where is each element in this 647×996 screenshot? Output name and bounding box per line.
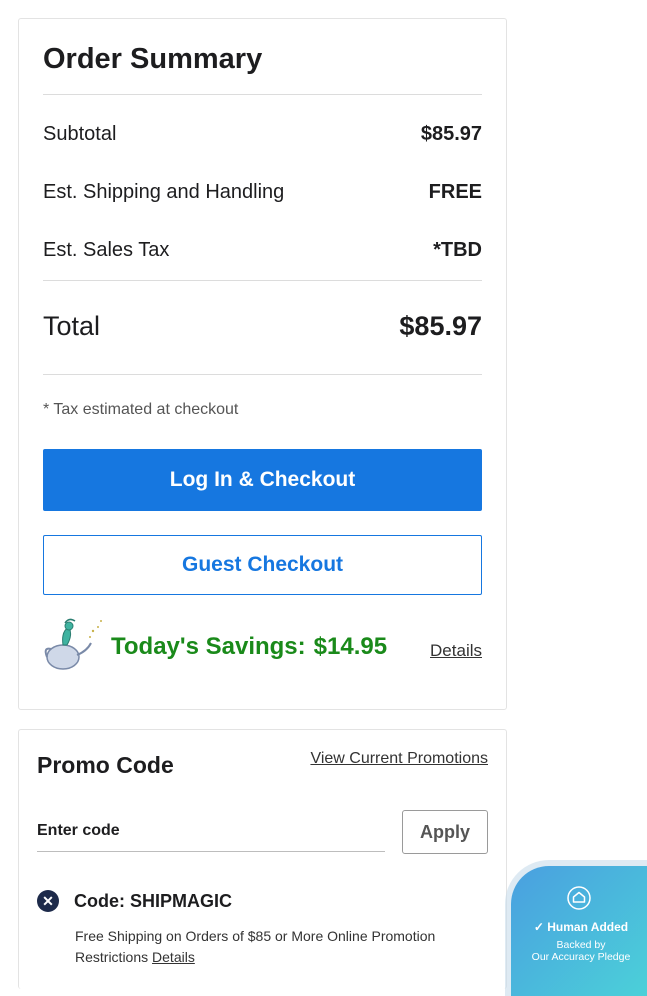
accuracy-pledge-badge[interactable]: ✓ Human Added Backed by Our Accuracy Ple… — [511, 866, 647, 996]
applied-code-desc-text: Free Shipping on Orders of $85 or More O… — [75, 928, 436, 965]
order-summary-title: Order Summary — [43, 43, 263, 75]
total-label: Total — [43, 310, 101, 341]
savings-details-link[interactable]: Details — [430, 641, 482, 661]
divider — [43, 374, 482, 375]
view-current-promotions-link[interactable]: View Current Promotions — [310, 750, 488, 768]
apply-button[interactable]: Apply — [402, 810, 488, 854]
pledge-sub-line2: Our Accuracy Pledge — [531, 951, 631, 963]
pledge-main-label: Human Added — [547, 920, 629, 934]
check-circle-icon: ✓ — [533, 920, 544, 934]
divider — [43, 280, 482, 281]
total-row: Total $85.97 — [43, 307, 482, 345]
applied-code-row: ✕ Code: SHIPMAGIC — [37, 890, 232, 912]
pledge-sub-line1: Backed by — [556, 939, 606, 951]
savings-row: Today's Savings: $14.95 Details — [43, 617, 482, 677]
remove-x-icon[interactable]: ✕ — [37, 890, 59, 912]
divider — [43, 94, 482, 95]
shipping-value: FREE — [428, 180, 482, 203]
house-icon — [567, 886, 591, 910]
tax-value: *TBD — [433, 238, 482, 261]
tax-note: * Tax estimated at checkout — [43, 401, 239, 418]
pledge-main-text: ✓ Human Added — [511, 920, 647, 934]
applied-code-description: Free Shipping on Orders of $85 or More O… — [75, 926, 475, 968]
applied-code-label: Code: SHIPMAGIC — [74, 890, 233, 911]
guest-checkout-button[interactable]: Guest Checkout — [43, 535, 482, 595]
subtotal-value: $85.97 — [420, 122, 482, 145]
subtotal-row: Subtotal $85.97 — [43, 119, 482, 149]
shipping-label: Est. Shipping and Handling — [43, 180, 285, 203]
total-value: $85.97 — [399, 310, 482, 341]
savings-value: $14.95 — [313, 633, 388, 660]
tax-row: Est. Sales Tax *TBD — [43, 235, 482, 265]
savings-label: Today's Savings: — [111, 633, 306, 660]
subtotal-label: Subtotal — [43, 122, 117, 145]
promo-code-input[interactable] — [37, 810, 385, 852]
promo-code-card: Promo Code View Current Promotions Apply… — [18, 729, 507, 989]
tax-label: Est. Sales Tax — [43, 238, 170, 261]
order-summary-card: Order Summary Subtotal $85.97 Est. Shipp… — [18, 18, 507, 710]
promo-code-title: Promo Code — [37, 752, 174, 778]
pledge-sub-text: Backed by Our Accuracy Pledge — [511, 939, 647, 963]
shipping-row: Est. Shipping and Handling FREE — [43, 177, 482, 207]
savings-text: Today's Savings: $14.95 — [111, 633, 387, 661]
applied-code-details-link[interactable]: Details — [152, 949, 195, 965]
genie-lamp-icon — [44, 618, 102, 670]
login-checkout-button[interactable]: Log In & Checkout — [43, 449, 482, 511]
